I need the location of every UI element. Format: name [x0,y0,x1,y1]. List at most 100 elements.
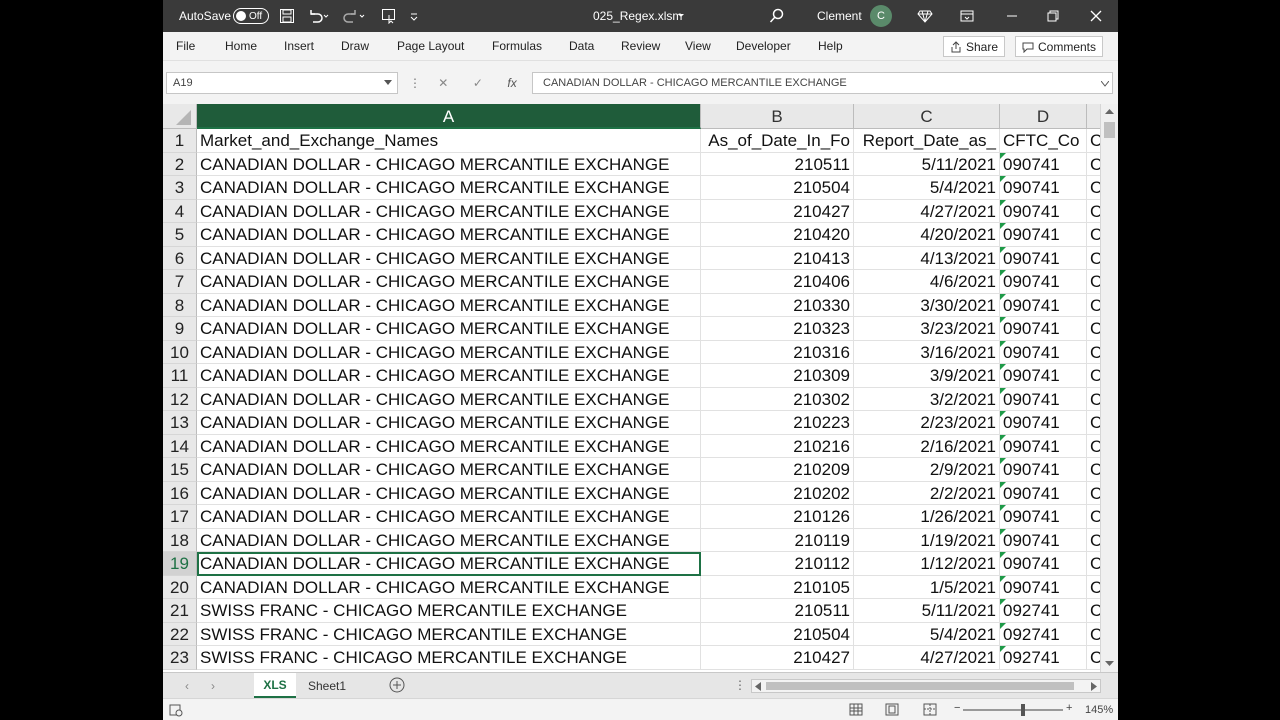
column-header-d[interactable]: D [1000,104,1087,129]
row-header[interactable]: 16 [163,481,197,505]
cell-market-name[interactable]: CANADIAN DOLLAR - CHICAGO MERCANTILE EXC… [197,246,701,270]
scroll-right-icon[interactable] [1090,682,1098,691]
row-header[interactable]: 10 [163,340,197,364]
page-break-view-icon[interactable] [923,703,937,716]
cell-report-date[interactable]: 1/26/2021 [854,505,1000,529]
cell-market-name[interactable]: SWISS FRANC - CHICAGO MERCANTILE EXCHANG… [197,646,701,670]
tab-splitter-icon[interactable]: ⋮ [734,678,746,692]
cell-as-of-date[interactable]: 210427 [701,199,854,223]
tab-formulas[interactable]: Formulas [492,39,542,53]
cell-cftc-code[interactable]: 092741 [1000,599,1087,623]
cell-column-e[interactable]: C [1087,411,1101,435]
cell-as-of-date[interactable]: 210504 [701,176,854,200]
comments-button[interactable]: Comments [1015,36,1104,57]
row-header[interactable]: 12 [163,387,197,411]
cell-cftc-code[interactable]: 090741 [1000,152,1087,176]
sheet-tab-sheet1[interactable]: Sheet1 [301,673,353,698]
cell-market-name[interactable]: CANADIAN DOLLAR - CHICAGO MERCANTILE EXC… [197,552,701,576]
cell-column-e[interactable]: C [1087,340,1101,364]
row-header[interactable]: 7 [163,270,197,294]
save-icon[interactable] [279,0,295,32]
cell-as-of-date[interactable]: 210511 [701,599,854,623]
minimize-icon[interactable] [1006,0,1018,32]
cell-as-of-date[interactable]: 210420 [701,223,854,247]
cell-market-name[interactable]: CANADIAN DOLLAR - CHICAGO MERCANTILE EXC… [197,340,701,364]
cell-market-name[interactable]: CANADIAN DOLLAR - CHICAGO MERCANTILE EXC… [197,223,701,247]
cell-cftc-code[interactable]: 090741 [1000,411,1087,435]
user-name[interactable]: Clement [817,0,862,32]
cell-column-e[interactable]: C [1087,481,1101,505]
cell-column-e[interactable]: C [1087,434,1101,458]
cell-report-date[interactable]: 3/23/2021 [854,317,1000,341]
prev-sheet-icon[interactable]: ‹ [185,679,189,693]
tab-data[interactable]: Data [569,39,594,53]
vertical-scroll-thumb[interactable] [1104,122,1115,138]
cell-cftc-code[interactable]: 090741 [1000,340,1087,364]
formula-input[interactable]: CANADIAN DOLLAR - CHICAGO MERCANTILE EXC… [532,72,1113,94]
cell-cftc-code[interactable]: 090741 [1000,481,1087,505]
tab-page-layout[interactable]: Page Layout [397,39,464,53]
user-avatar[interactable]: C [870,0,892,32]
cell-cftc-code[interactable]: 090741 [1000,528,1087,552]
scroll-left-icon[interactable] [754,682,762,691]
cell-report-date[interactable]: 5/11/2021 [854,152,1000,176]
horizontal-scrollbar[interactable] [751,679,1101,693]
cell-cftc-code[interactable]: 092741 [1000,646,1087,670]
cancel-icon[interactable]: ✕ [438,76,448,90]
cell-market-name[interactable]: CANADIAN DOLLAR - CHICAGO MERCANTILE EXC… [197,434,701,458]
cell-as-of-date[interactable]: 210330 [701,293,854,317]
cell-column-e[interactable]: C [1087,199,1101,223]
cell-column-e[interactable]: C [1087,246,1101,270]
cell-as-of-date[interactable]: 210504 [701,622,854,646]
cell-as-of-date[interactable]: 210112 [701,552,854,576]
cell-column-e[interactable]: C [1087,176,1101,200]
customize-toolbar-icon[interactable] [409,0,419,32]
cell-as-of-date[interactable]: 210223 [701,411,854,435]
cell-cftc-code[interactable]: 090741 [1000,552,1087,576]
cell-as-of-date[interactable]: 210216 [701,434,854,458]
cell-as-of-date[interactable]: 210126 [701,505,854,529]
row-header[interactable]: 15 [163,458,197,482]
autosave-toggle[interactable]: Off [233,0,269,32]
cell-as-of-date[interactable]: 210302 [701,387,854,411]
cell-report-date[interactable]: 3/2/2021 [854,387,1000,411]
vertical-scrollbar[interactable] [1100,104,1118,672]
cell-as-of-date[interactable]: 210119 [701,528,854,552]
cell-report-date[interactable]: 4/13/2021 [854,246,1000,270]
scroll-down-icon[interactable] [1105,660,1114,667]
cell-column-e[interactable]: C [1087,552,1101,576]
cell-column-e[interactable]: C [1087,152,1101,176]
cell-market-name[interactable]: CANADIAN DOLLAR - CHICAGO MERCANTILE EXC… [197,575,701,599]
cell-market-name[interactable]: SWISS FRANC - CHICAGO MERCANTILE EXCHANG… [197,599,701,623]
cell-market-name[interactable]: CANADIAN DOLLAR - CHICAGO MERCANTILE EXC… [197,528,701,552]
cell-report-date[interactable]: 1/5/2021 [854,575,1000,599]
cell-cftc-code[interactable]: 090741 [1000,223,1087,247]
row-header[interactable]: 14 [163,434,197,458]
cell-as-of-date[interactable]: 210309 [701,364,854,388]
cell-column-e[interactable]: C [1087,223,1101,247]
expand-formula-bar-icon[interactable] [1101,81,1109,87]
sheet-tab-xls[interactable]: XLS [254,673,296,698]
cell-report-date[interactable]: 3/9/2021 [854,364,1000,388]
restore-icon[interactable] [1047,0,1059,32]
cell-as-of-date[interactable]: 210316 [701,340,854,364]
ribbon-display-icon[interactable] [960,0,974,32]
row-header[interactable]: 18 [163,528,197,552]
cell-cftc-code[interactable]: 092741 [1000,622,1087,646]
column-header-e[interactable] [1087,104,1101,129]
cell-report-date[interactable]: 4/27/2021 [854,199,1000,223]
row-header[interactable]: 23 [163,646,197,670]
row-header[interactable]: 19 [163,552,197,576]
cell-as-of-date[interactable]: 210202 [701,481,854,505]
zoom-out-icon[interactable]: − [954,702,960,714]
chevron-down-icon[interactable] [677,0,685,32]
cell-column-e[interactable]: C [1087,528,1101,552]
cell-market-name[interactable]: CANADIAN DOLLAR - CHICAGO MERCANTILE EXC… [197,505,701,529]
cell-market-name[interactable]: CANADIAN DOLLAR - CHICAGO MERCANTILE EXC… [197,411,701,435]
cell-market-name[interactable]: Market_and_Exchange_Names [197,129,701,153]
cell-market-name[interactable]: CANADIAN DOLLAR - CHICAGO MERCANTILE EXC… [197,176,701,200]
cell-report-date[interactable]: 2/2/2021 [854,481,1000,505]
cell-market-name[interactable]: CANADIAN DOLLAR - CHICAGO MERCANTILE EXC… [197,199,701,223]
cell-market-name[interactable]: CANADIAN DOLLAR - CHICAGO MERCANTILE EXC… [197,152,701,176]
tab-insert[interactable]: Insert [284,39,314,53]
